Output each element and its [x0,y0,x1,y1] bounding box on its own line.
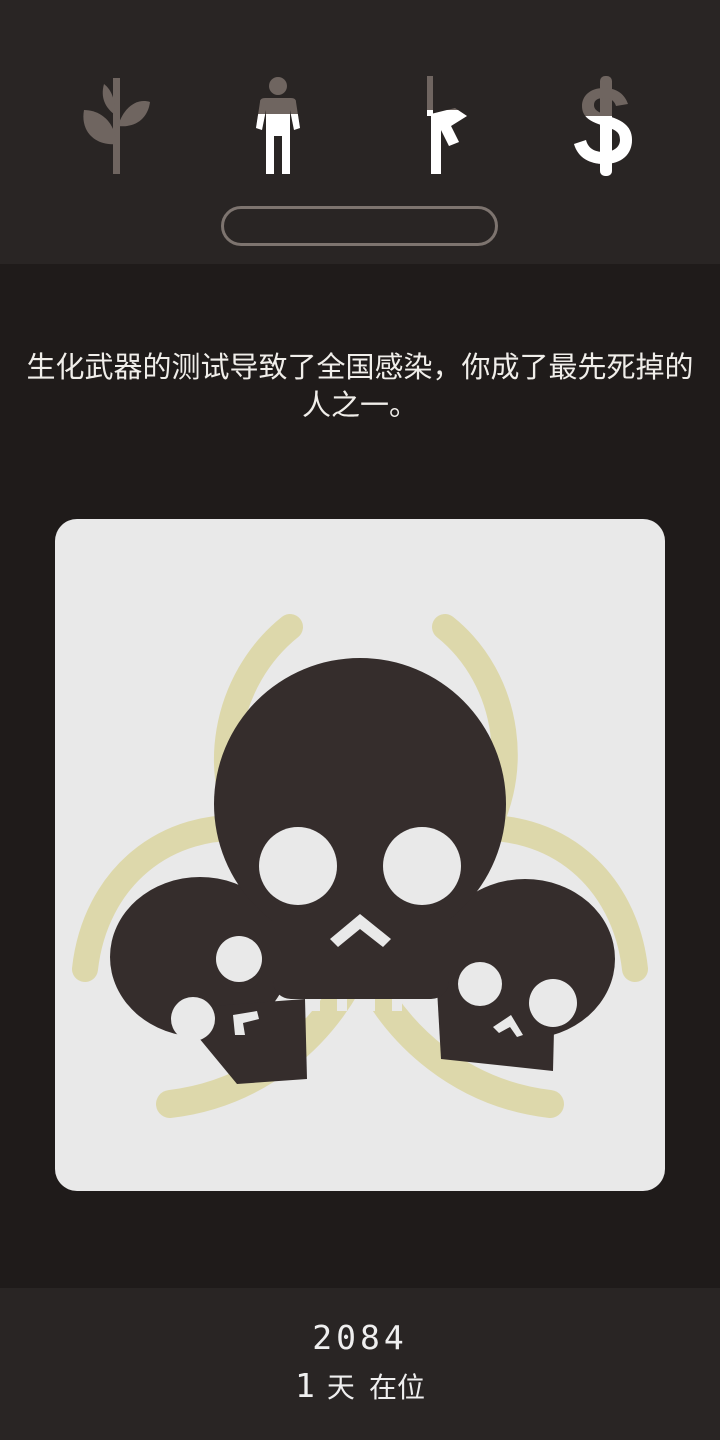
rifle-icon [405,74,485,178]
game-screen: 生化武器的测试导致了全国感染，你成了最先死掉的人之一。 2084 1 天 在位 [0,0,720,1440]
event-message: 生化武器的测试导致了全国感染，你成了最先死掉的人之一。 [26,350,694,422]
person-icon [238,74,318,178]
biohazard-skulls-icon [72,614,648,1118]
reign-days-count: 1 [295,1366,315,1405]
reign-days-unit: 天 [326,1371,355,1404]
reign-progress-bar [221,206,498,246]
reign-duration: 1 天在位 [0,1366,720,1406]
reign-status-label: 在位 [368,1371,425,1404]
current-year: 2084 [312,1318,408,1357]
reign-footer [0,1288,720,1440]
plant-icon [76,74,156,178]
event-card[interactable] [55,519,665,1191]
dollar-icon [566,74,646,178]
stats-header [0,0,720,264]
